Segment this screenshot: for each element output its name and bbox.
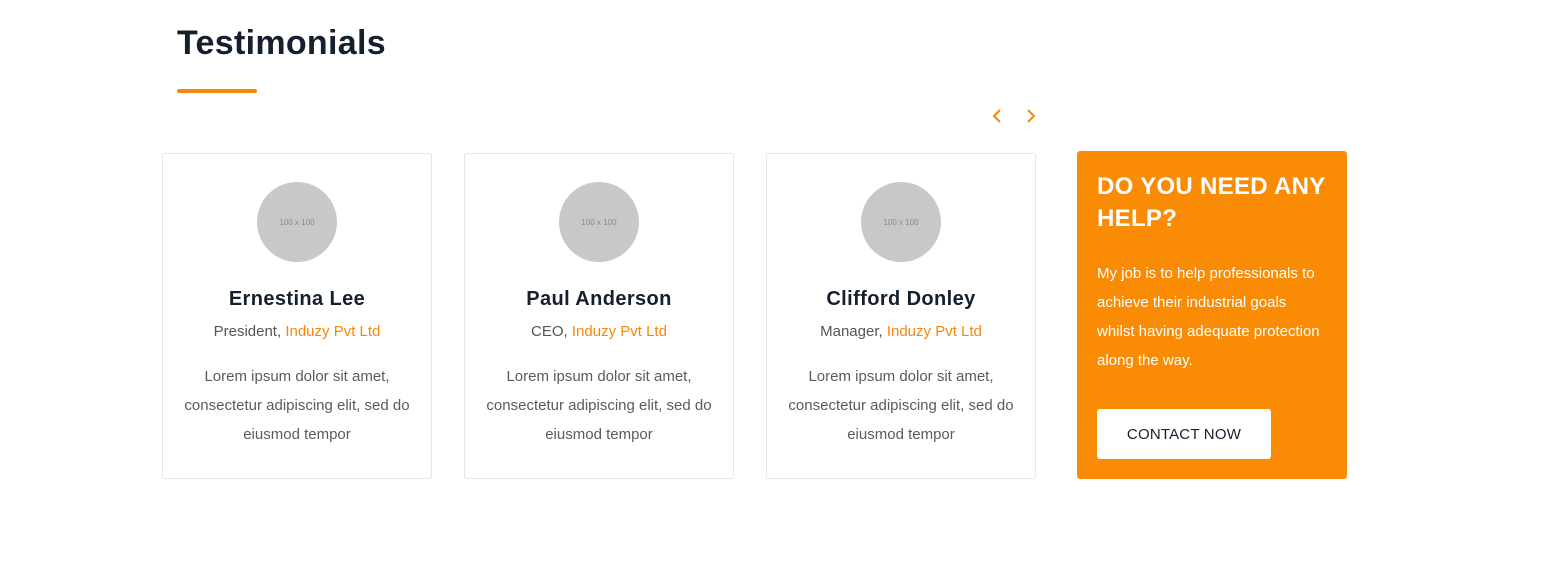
carousel-next-button[interactable] (1020, 106, 1042, 130)
chevron-right-icon (1026, 108, 1036, 128)
testimonial-name: Clifford Donley (826, 288, 976, 310)
testimonial-card: 100 x 100 Clifford Donley Manager, Induz… (766, 153, 1036, 479)
testimonial-name: Ernestina Lee (228, 288, 366, 310)
testimonial-quote: Lorem ipsum dolor sit amet, consectetur … (788, 368, 1014, 443)
company-link[interactable]: Induzy Pvt Ltd (572, 323, 667, 340)
testimonial-name: Paul Anderson (526, 288, 672, 310)
avatar-placeholder-text: 100 x 100 (581, 217, 617, 227)
avatar: 100 x 100 (861, 182, 941, 262)
role-title: President, (213, 323, 282, 340)
role-title: Manager, (820, 323, 883, 340)
carousel-prev-button[interactable] (986, 106, 1008, 130)
testimonial-role: CEO, Induzy Pvt Ltd (465, 323, 733, 340)
testimonial-role: Manager, Induzy Pvt Ltd (767, 323, 1035, 340)
section-title: Testimonials (177, 24, 386, 62)
avatar-placeholder-text: 100 x 100 (883, 217, 919, 227)
help-title: DO YOU NEED ANY HELP? (1097, 173, 1326, 232)
help-box: DO YOU NEED ANY HELP? My job is to help … (1077, 151, 1347, 479)
contact-now-button[interactable]: CONTACT NOW (1097, 409, 1271, 459)
testimonial-card: 100 x 100 Ernestina Lee President, Induz… (162, 153, 432, 479)
testimonial-role: President, Induzy Pvt Ltd (163, 323, 431, 340)
avatar: 100 x 100 (559, 182, 639, 262)
avatar-placeholder-text: 100 x 100 (279, 217, 315, 227)
chevron-left-icon (992, 108, 1002, 128)
testimonial-card: 100 x 100 Paul Anderson CEO, Induzy Pvt … (464, 153, 734, 479)
avatar: 100 x 100 (257, 182, 337, 262)
company-link[interactable]: Induzy Pvt Ltd (887, 323, 982, 340)
help-text: My job is to help professionals to achie… (1097, 265, 1320, 369)
role-title: CEO, (531, 323, 568, 340)
testimonial-quote: Lorem ipsum dolor sit amet, consectetur … (486, 368, 712, 443)
title-underline (177, 89, 257, 93)
company-link[interactable]: Induzy Pvt Ltd (285, 323, 380, 340)
testimonial-quote: Lorem ipsum dolor sit amet, consectetur … (184, 368, 410, 443)
